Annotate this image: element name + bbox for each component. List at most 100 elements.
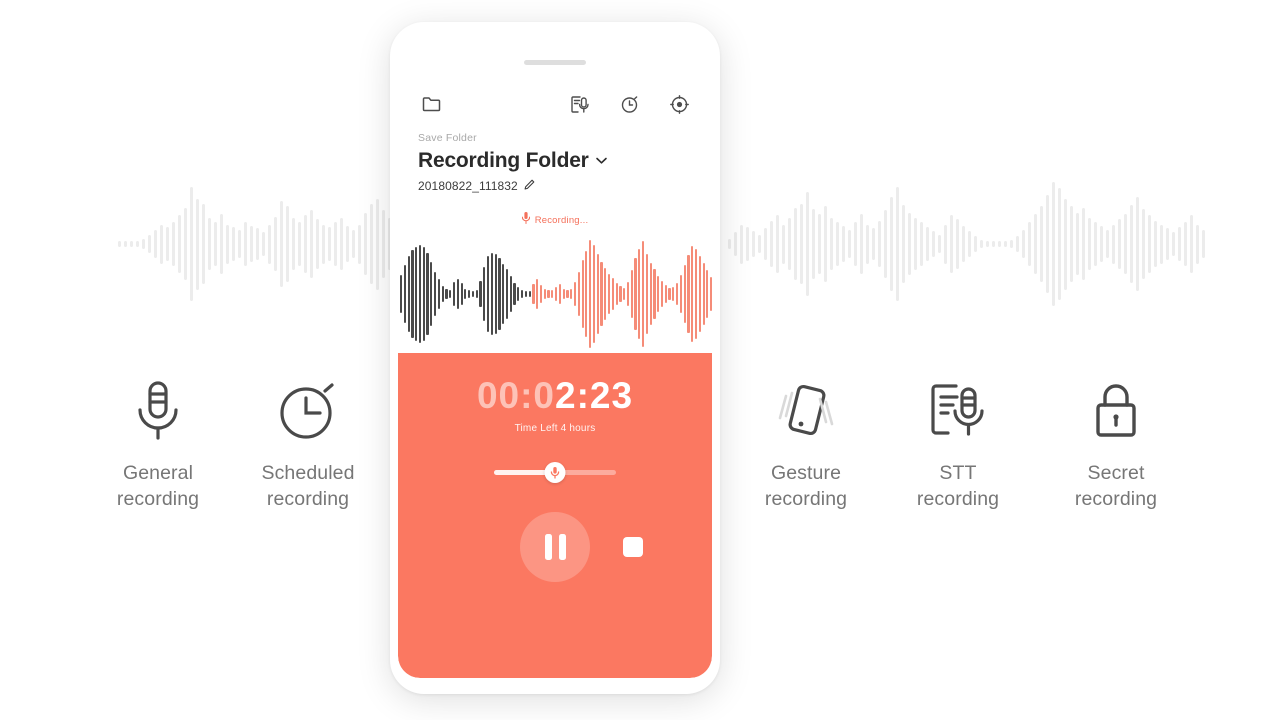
- waveform-bar: [573, 281, 577, 307]
- waveform-bar: [570, 288, 573, 300]
- waveform-bar: [589, 240, 592, 348]
- background-waveform-bar: [1202, 229, 1205, 259]
- waveform-bar: [551, 289, 554, 299]
- waveform-bar: [494, 253, 497, 335]
- background-waveform-bar: [220, 214, 223, 274]
- background-waveform-bar: [842, 225, 845, 263]
- background-waveform-bar: [142, 238, 145, 250]
- background-waveform-bar: [920, 221, 923, 267]
- waveform-bar: [694, 249, 698, 339]
- app-top-bar: [398, 76, 712, 132]
- background-waveform-bar: [316, 219, 319, 269]
- background-waveform-bar: [758, 234, 761, 254]
- waveform-bar: [513, 282, 516, 306]
- background-waveform-bar: [854, 221, 857, 267]
- waveform-bar: [679, 274, 682, 314]
- waveform-bar: [634, 258, 637, 330]
- stop-button[interactable]: [623, 537, 643, 557]
- background-waveform-bar: [262, 232, 265, 256]
- feature-stt-recording[interactable]: STT recording: [868, 378, 1048, 512]
- background-waveform-bar: [986, 241, 989, 247]
- mic-handle-icon[interactable]: [544, 461, 566, 483]
- folder-selector[interactable]: Recording Folder: [418, 149, 692, 173]
- background-waveform-bar: [1100, 225, 1103, 263]
- background-waveform-bar: [166, 227, 169, 261]
- alarm-clock-icon[interactable]: [616, 91, 642, 117]
- background-waveform-bar: [878, 220, 881, 268]
- folder-icon[interactable]: [418, 91, 444, 117]
- waveform-bar: [543, 288, 546, 300]
- background-waveform-bar: [794, 207, 797, 281]
- background-waveform-bar: [136, 241, 139, 247]
- waveform-bar: [626, 281, 630, 307]
- background-waveform-bar: [872, 228, 875, 260]
- background-waveform-bar: [118, 241, 121, 247]
- background-waveform-bar: [1016, 236, 1019, 252]
- waveform-bar: [645, 253, 648, 335]
- background-waveform-bar: [782, 224, 785, 264]
- waveform-bar: [437, 279, 440, 309]
- waveform-bar: [460, 282, 463, 306]
- background-waveform-bar: [1094, 221, 1097, 267]
- phone-mockup: Save Folder Recording Folder 20180822_11…: [390, 22, 720, 694]
- background-waveform-bar: [998, 241, 1001, 247]
- waveform-bar: [676, 282, 679, 306]
- timer-dim-part: 00:0: [476, 375, 555, 416]
- background-waveform-bar: [902, 205, 905, 283]
- background-waveform-bar: [376, 198, 379, 290]
- background-waveform-bar: [1172, 232, 1175, 256]
- waveform-bar: [464, 288, 467, 300]
- background-waveform-bar: [382, 210, 385, 278]
- background-waveform-bar: [992, 241, 995, 247]
- stt-document-mic-icon[interactable]: [566, 91, 592, 117]
- background-waveform-bar: [776, 215, 779, 273]
- background-waveform-bar: [364, 212, 367, 276]
- recording-mic-icon: [521, 211, 530, 229]
- timer-bright-part: 2:23: [555, 375, 634, 416]
- live-waveform: [398, 235, 712, 353]
- waveform-bar: [702, 262, 705, 326]
- background-waveform-bar: [914, 218, 917, 270]
- background-waveform-bar: [806, 192, 809, 296]
- waveform-bar: [502, 263, 505, 325]
- pencil-edit-icon[interactable]: [524, 177, 535, 195]
- background-waveform-bar: [1058, 188, 1061, 300]
- background-waveform-bar: [250, 225, 253, 263]
- file-name-text: 20180822_111832: [418, 179, 518, 193]
- waveform-bar: [490, 252, 493, 336]
- feature-scheduled-recording[interactable]: Scheduled recording: [218, 378, 398, 512]
- background-waveform-bar: [812, 208, 815, 280]
- background-waveform-bar: [836, 221, 839, 267]
- waveform-bar: [630, 270, 633, 318]
- waveform-bar: [623, 288, 626, 300]
- background-waveform-bar: [1052, 181, 1055, 307]
- phone-earpiece-speaker: [524, 60, 586, 65]
- waveform-bar: [596, 253, 599, 335]
- target-settings-icon[interactable]: [666, 91, 692, 117]
- waveform-bar: [524, 290, 527, 298]
- waveform-bar: [581, 260, 584, 328]
- background-waveform-bar: [352, 229, 355, 259]
- background-waveform-bar: [214, 221, 217, 267]
- background-waveform-bar: [1106, 229, 1109, 259]
- background-waveform-bar: [824, 206, 827, 282]
- background-waveform-bar: [1142, 208, 1145, 280]
- background-waveform-bar: [1046, 194, 1049, 294]
- waveform-bar: [607, 273, 611, 315]
- background-waveform-bar: [274, 216, 277, 272]
- background-waveform-bar: [340, 218, 343, 270]
- chevron-down-icon: [595, 152, 608, 170]
- waveform-bar: [687, 254, 690, 334]
- waveform-bar: [479, 280, 482, 308]
- recording-level-slider[interactable]: [494, 461, 616, 483]
- recording-status: Recording...: [398, 211, 712, 229]
- folder-name-text: Recording Folder: [418, 149, 589, 172]
- file-name-row[interactable]: 20180822_111832: [418, 177, 692, 195]
- waveform-bar: [604, 268, 607, 320]
- pause-button[interactable]: [520, 512, 590, 582]
- background-waveform-bar: [1004, 241, 1007, 247]
- background-waveform-bar: [1196, 224, 1199, 264]
- background-waveform-bar: [746, 227, 749, 261]
- background-waveform-bar: [1190, 215, 1193, 273]
- feature-secret-recording[interactable]: Secret recording: [1026, 378, 1206, 512]
